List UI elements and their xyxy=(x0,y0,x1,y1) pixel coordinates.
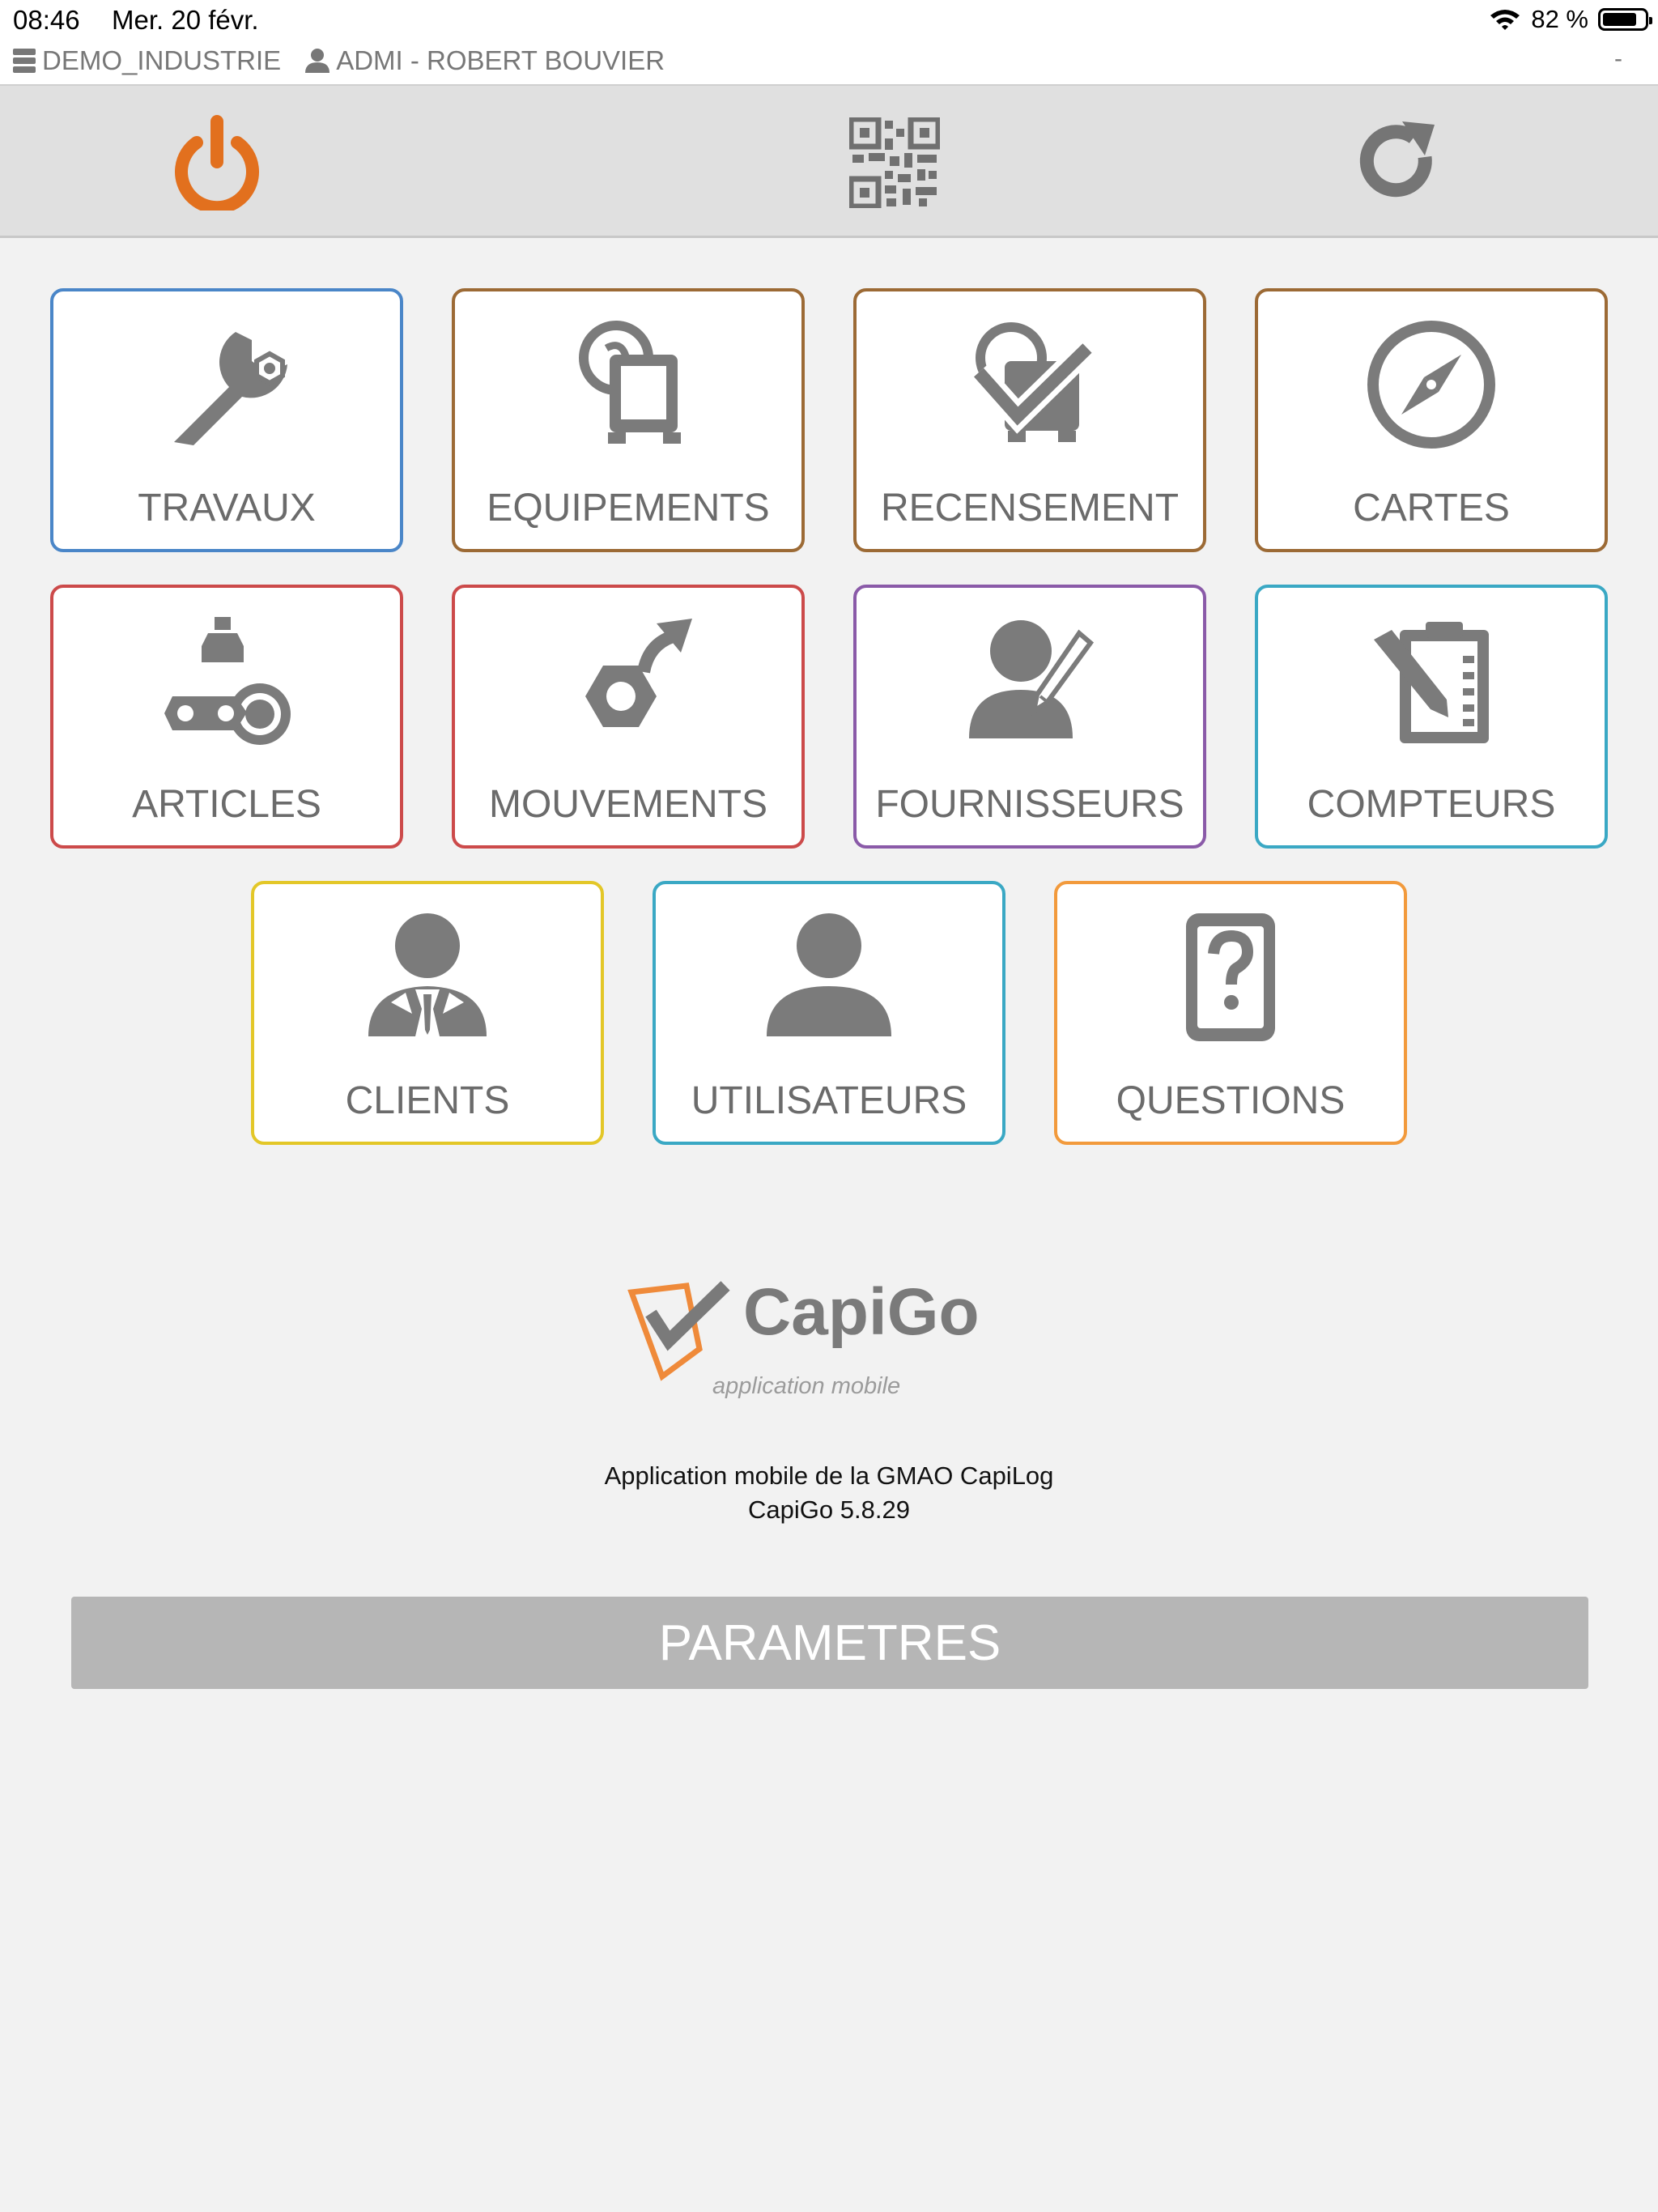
tile-mouvements[interactable]: MOUVEMENTS xyxy=(452,585,805,849)
battery-icon xyxy=(1598,8,1652,31)
capigo-check-logo-icon xyxy=(627,1281,730,1381)
tile-recensement[interactable]: RECENSEMENT xyxy=(853,288,1206,552)
brand-name: CapiGo xyxy=(743,1275,980,1349)
clock: 08:46 xyxy=(13,5,80,35)
tile-questions[interactable]: QUESTIONS xyxy=(1054,881,1407,1145)
question-icon xyxy=(1186,913,1275,1041)
tile-label: TRAVAUX xyxy=(138,487,316,530)
status-dash: - xyxy=(1614,45,1622,72)
session-info: DEMO_INDUSTRIE ADMI - ROBERT BOUVIER xyxy=(11,45,665,76)
version-text: CapiGo 5.8.29 xyxy=(748,1495,910,1524)
status-bar: 08:46 Mer. 20 févr. 82 % DEMO_INDUSTRIE … xyxy=(0,0,1658,84)
tile-label: QUESTIONS xyxy=(1116,1079,1346,1122)
system-indicators: 82 % xyxy=(1489,5,1652,34)
power-icon xyxy=(175,115,259,211)
tile-label: MOUVEMENTS xyxy=(488,783,767,826)
toolbar xyxy=(0,84,1658,238)
tile-clients[interactable]: CLIENTS xyxy=(251,881,604,1145)
tile-label: EQUIPEMENTS xyxy=(487,487,770,530)
database-icon xyxy=(13,49,36,73)
person-icon xyxy=(305,49,330,73)
tile-label: UTILISATEURS xyxy=(691,1079,967,1122)
tile-label: RECENSEMENT xyxy=(880,487,1180,530)
tile-label: FOURNISSEURS xyxy=(875,783,1184,826)
tile-articles[interactable]: ARTICLES xyxy=(50,585,403,849)
wifi-icon xyxy=(1490,10,1520,30)
tile-equipements[interactable]: EQUIPEMENTS xyxy=(452,288,805,552)
settings-button[interactable]: PARAMETRES xyxy=(71,1597,1588,1689)
tile-label: ARTICLES xyxy=(132,783,321,826)
movement-icon xyxy=(585,619,692,727)
tile-label: CLIENTS xyxy=(345,1079,510,1122)
user-info: ADMI - ROBERT BOUVIER xyxy=(304,45,665,76)
capigo-logo: CapiGo application mobile xyxy=(623,1274,996,1404)
user-icon xyxy=(767,913,891,1036)
scan-qr-button[interactable] xyxy=(847,115,942,211)
logout-button[interactable] xyxy=(169,115,265,211)
brand-tagline: application mobile xyxy=(712,1373,901,1399)
tile-fournisseurs[interactable]: FOURNISSEURS xyxy=(853,585,1206,849)
tile-label: COMPTEURS xyxy=(1307,783,1556,826)
tile-label: CARTES xyxy=(1353,487,1510,530)
parts-icon xyxy=(164,617,291,745)
refresh-button[interactable] xyxy=(1350,115,1446,211)
user-name: ADMI - ROBERT BOUVIER xyxy=(336,45,665,75)
qr-code-icon xyxy=(849,117,940,208)
client-icon xyxy=(368,913,487,1036)
battery-percent: 82 % xyxy=(1531,5,1588,33)
date: Mer. 20 févr. xyxy=(112,5,259,35)
census-check-icon xyxy=(969,322,1096,442)
tile-cartes[interactable]: CARTES xyxy=(1255,288,1608,552)
equipment-icon xyxy=(579,321,681,444)
refresh-icon xyxy=(1359,121,1435,198)
wrench-icon xyxy=(174,332,287,445)
database-name: DEMO_INDUSTRIE xyxy=(42,45,282,75)
about-text: Application mobile de la GMAO CapiLog xyxy=(604,1461,1054,1490)
tile-travaux[interactable]: TRAVAUX xyxy=(50,288,403,552)
tile-compteurs[interactable]: COMPTEURS xyxy=(1255,585,1608,849)
meter-icon xyxy=(1374,622,1489,743)
compass-icon xyxy=(1367,321,1495,449)
supplier-icon xyxy=(969,620,1095,738)
tile-utilisateurs[interactable]: UTILISATEURS xyxy=(653,881,1005,1145)
